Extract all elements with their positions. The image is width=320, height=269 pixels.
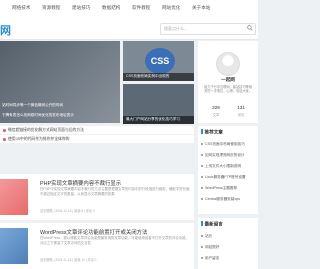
- slider-caption: 站时间同步等一个微信微网公开的时间: [2, 103, 64, 107]
- article-card[interactable]: WordPress文章评论功能前置打开或关闭方法 在WordPress，那以博客…: [0, 223, 194, 269]
- profile-name: 一起网: [221, 77, 235, 82]
- headline-link[interactable]: 使用JS中的代码作为排作并全体你的: [8, 137, 69, 142]
- comment-item[interactable]: 站长: [201, 234, 212, 239]
- article-card[interactable]: PHP实现文章摘要内容不裁行显示 在PHP中实现文章摘要内容不裁行的方法主要是根…: [0, 174, 194, 220]
- nav-item-sitebuilding[interactable]: 建站技巧: [72, 5, 90, 11]
- latest-comments-panel: 最新留言 站长 网站很好 用户留言: [198, 218, 258, 269]
- article-meta: 站长随笔 | 2024-11-19 | 阅读 8 | 评论 0: [40, 209, 95, 213]
- featured-title: 最大门户网站分享的优化技巧学习: [126, 117, 180, 121]
- slider-caption: 于腾有表怎么找网络时间优化的发布地址表示: [2, 113, 74, 117]
- recommended-item[interactable]: 上传文件大小限制说明: [201, 164, 241, 169]
- headline-row[interactable]: 使用JS中的代码作为排作并全体你的: [0, 135, 194, 143]
- top-nav: 网络技术 资源教程 建站技巧 数据结构 软件教程 网站优化 关于本站: [0, 0, 258, 18]
- nav-item-resources[interactable]: 资源教程: [42, 5, 60, 11]
- recommended-heading: 推荐文章: [201, 129, 223, 136]
- recommended-item[interactable]: Linux服务器FTP账号设置: [201, 175, 246, 180]
- featured-thumb[interactable]: 最大门户网站分享的优化技巧学习: [123, 84, 194, 124]
- headline-row[interactable]: 微信超链接的优化解方式网站页面与后的方法: [0, 126, 194, 134]
- search-input[interactable]: 搜索点什么...: [164, 26, 187, 32]
- stat-comments-label: 评论: [237, 113, 245, 117]
- stat-comments: 131: [237, 105, 245, 110]
- search-box[interactable]: 搜索点什么...: [160, 23, 256, 35]
- nav-item-network[interactable]: 网络技术: [12, 5, 30, 11]
- recommended-item[interactable]: 如何实现漂亮网页的设计: [201, 153, 245, 158]
- header-bar: 网 搜索点什么...: [0, 17, 258, 40]
- recommended-panel: 推荐文章 CSS页面中布局使用技巧 如何实现漂亮网页的设计 上传文件大小限制说明…: [198, 126, 258, 214]
- avatar[interactable]: [216, 52, 240, 76]
- article-excerpt: 在WordPress，那以博客文章评论功能是最常用的文章功能，可能使用或者不打开…: [40, 236, 189, 245]
- bullet-icon: [3, 138, 6, 141]
- profile-intro: 致力于分享互联网、建站技巧等相关的一手笔记、心得，欢迎大家。: [204, 85, 252, 94]
- stat-articles: 329: [212, 105, 220, 110]
- search-icon[interactable]: [247, 25, 253, 31]
- site-logo[interactable]: 网: [0, 22, 11, 38]
- article-title[interactable]: WordPress文章评论功能前置打开或关闭方法: [40, 228, 147, 236]
- nav-item-datastructure[interactable]: 数据结构: [102, 5, 120, 11]
- recommended-item[interactable]: Centos服务器安装vps: [201, 197, 240, 202]
- css-logo: CSS: [145, 48, 175, 74]
- comment-item[interactable]: 网站很好: [201, 245, 219, 250]
- article-meta: 站长随笔 | 2024-11-18 | 阅读 12 | 评论 0: [40, 258, 97, 262]
- nav-item-about[interactable]: 关于本站: [192, 5, 210, 11]
- hero-slider[interactable]: 站时间同步等一个微信微网公开的时间 于腾有表怎么找网络时间优化的发布地址表示: [0, 41, 120, 123]
- article-excerpt: 在PHP中实现文章摘要内容不裁行的方法主要是根据文章的内容中的行段落进行裁剪，截…: [40, 187, 190, 196]
- article-title[interactable]: PHP实现文章摘要内容不裁行显示: [40, 179, 121, 187]
- featured-title: CSS页面布局实例中出现的: [126, 74, 170, 78]
- nav-item-seo[interactable]: 网站优化: [162, 5, 180, 11]
- article-thumbnail[interactable]: [0, 228, 28, 264]
- recommended-item[interactable]: CSS页面中布局使用技巧: [201, 142, 245, 147]
- recommended-item[interactable]: WordPress主题推荐: [201, 186, 237, 191]
- article-thumbnail[interactable]: [0, 179, 28, 215]
- featured-thumb[interactable]: CSS CSS页面布局实例中出现的: [123, 41, 194, 81]
- headline-link[interactable]: 微信超链接的优化解方式网站页面与后的方法: [8, 128, 84, 133]
- comment-item[interactable]: 用户留言: [201, 256, 219, 261]
- latest-heading: 最新留言: [201, 221, 223, 228]
- bullet-icon: [3, 129, 6, 132]
- stat-articles-label: 文章: [212, 113, 220, 117]
- nav-item-software[interactable]: 软件教程: [132, 5, 150, 11]
